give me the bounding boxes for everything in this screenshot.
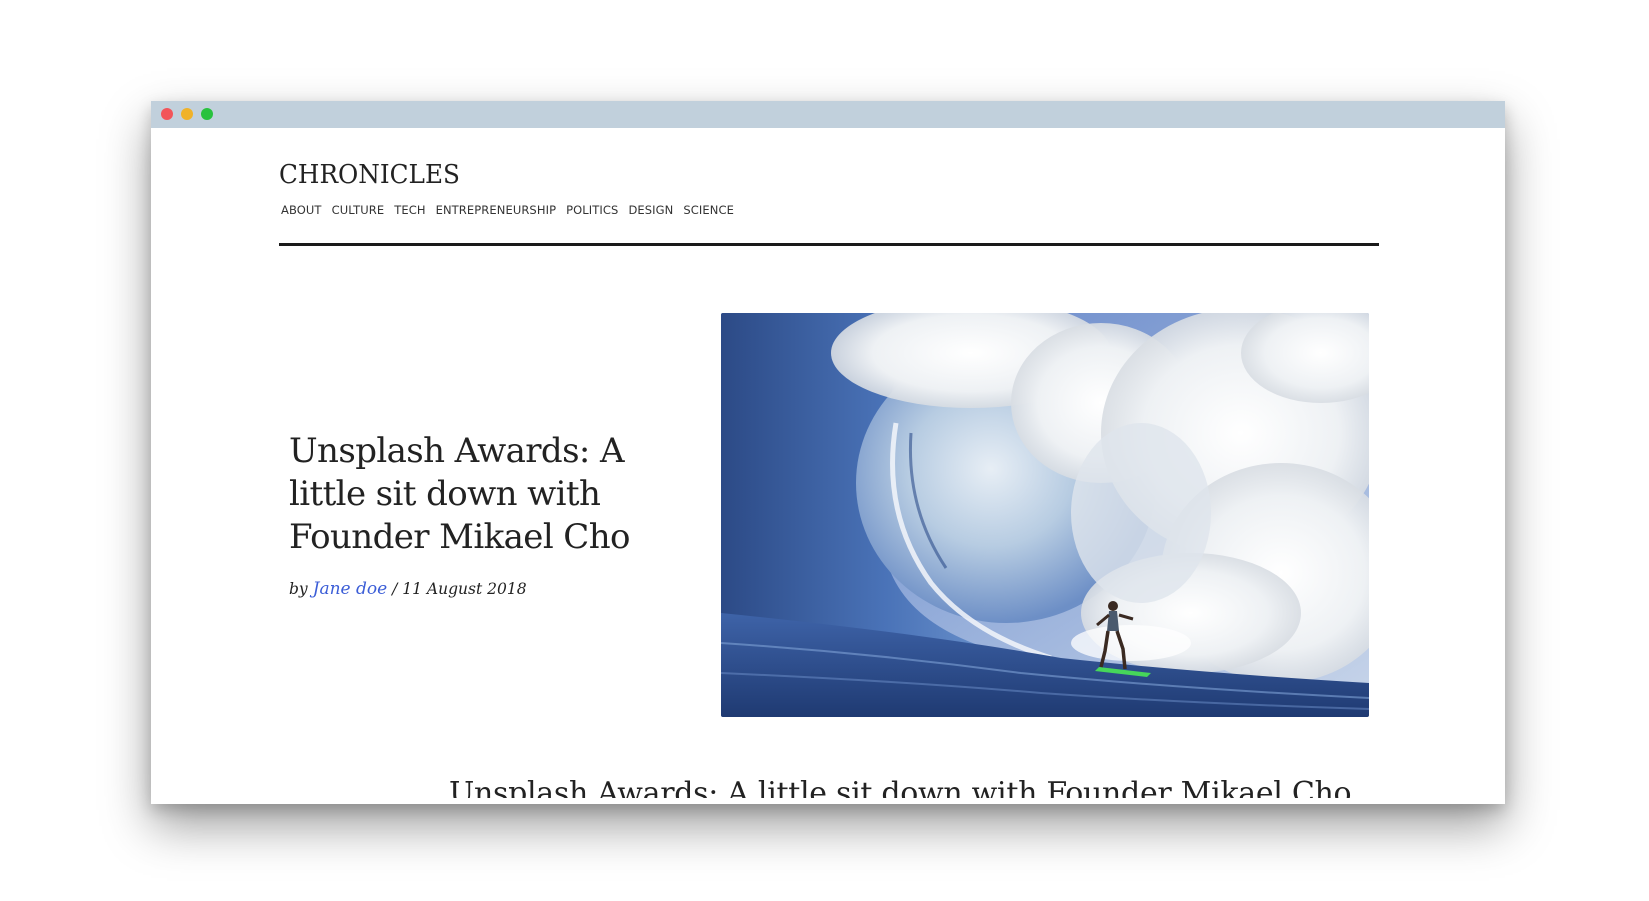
- close-window-button[interactable]: [161, 108, 173, 120]
- site-logo[interactable]: CHRONICLES: [279, 160, 460, 190]
- maximize-window-button[interactable]: [201, 108, 213, 120]
- article-body-preview: Unsplash Awards: A little sit down with …: [151, 768, 1505, 798]
- nav-item-design[interactable]: DESIGN: [628, 203, 673, 217]
- byline-prefix: by: [289, 580, 308, 598]
- header-divider: [279, 243, 1379, 246]
- page-viewport: CHRONICLES ABOUT CULTURE TECH ENTREPRENE…: [151, 128, 1505, 804]
- nav-item-culture[interactable]: CULTURE: [332, 203, 385, 217]
- article-byline: by Jane doe / 11 August 2018: [289, 579, 527, 599]
- minimize-window-button[interactable]: [181, 108, 193, 120]
- author-link[interactable]: Jane doe: [313, 579, 388, 599]
- page-backdrop: CHRONICLES ABOUT CULTURE TECH ENTREPRENE…: [0, 0, 1649, 901]
- nav-item-tech[interactable]: TECH: [394, 203, 425, 217]
- nav-item-about[interactable]: ABOUT: [281, 203, 322, 217]
- main-nav: ABOUT CULTURE TECH ENTREPRENEURSHIP POLI…: [281, 203, 744, 217]
- article-date: 11 August 2018: [402, 580, 527, 598]
- byline-separator: /: [392, 580, 398, 598]
- body-first-line: Unsplash Awards: A little sit down with …: [449, 776, 1352, 798]
- nav-item-politics[interactable]: POLITICS: [566, 203, 618, 217]
- nav-item-science[interactable]: SCIENCE: [683, 203, 734, 217]
- hero-image[interactable]: [721, 313, 1369, 717]
- browser-window: CHRONICLES ABOUT CULTURE TECH ENTREPRENE…: [151, 101, 1505, 804]
- window-titlebar: [151, 101, 1505, 128]
- article-title[interactable]: Unsplash Awards: A little sit down with …: [289, 430, 709, 559]
- nav-item-entrepreneurship[interactable]: ENTREPRENEURSHIP: [436, 203, 557, 217]
